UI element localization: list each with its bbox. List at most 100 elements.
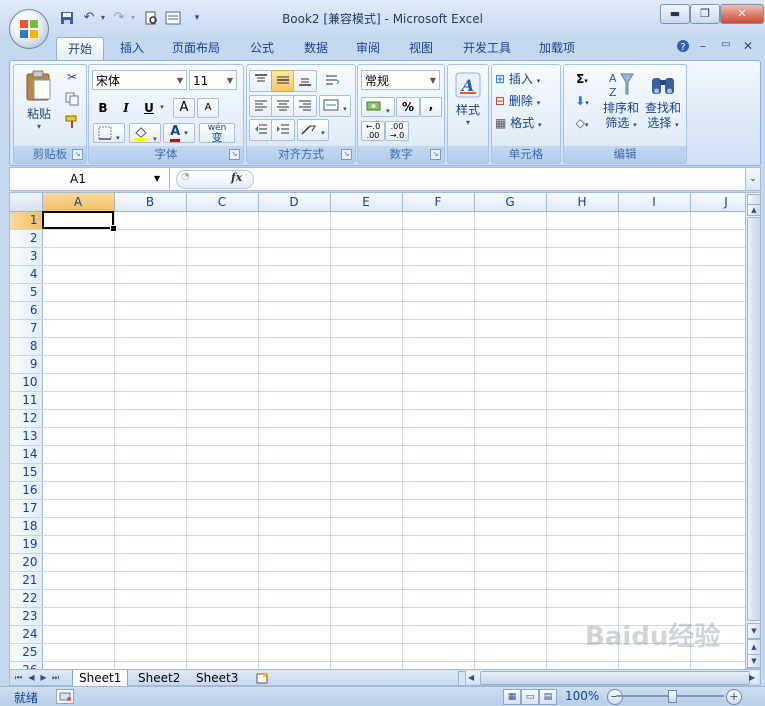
percent-button[interactable]: %: [396, 97, 420, 117]
autosum-button[interactable]: Σ▾: [566, 69, 598, 89]
row-header[interactable]: 6: [10, 301, 43, 320]
cell[interactable]: [474, 391, 547, 410]
cell[interactable]: [114, 211, 187, 230]
tab-review[interactable]: 审阅: [346, 37, 390, 59]
cell[interactable]: [186, 481, 259, 500]
row-header[interactable]: 13: [10, 427, 43, 446]
font-size-dropdown-icon[interactable]: ▼: [227, 71, 233, 91]
cell[interactable]: [186, 463, 259, 482]
cell[interactable]: [546, 319, 619, 338]
cell[interactable]: [618, 319, 691, 338]
scroll-down-icon[interactable]: ▼: [747, 623, 761, 639]
cell[interactable]: [546, 337, 619, 356]
cell[interactable]: [114, 355, 187, 374]
cell[interactable]: [618, 481, 691, 500]
cell[interactable]: [402, 247, 475, 266]
cell[interactable]: [258, 409, 331, 428]
cell[interactable]: [690, 499, 746, 518]
underline-button[interactable]: U: [139, 98, 159, 118]
cell[interactable]: [114, 553, 187, 572]
cell[interactable]: [42, 625, 115, 644]
cut-button[interactable]: ✂: [62, 69, 82, 89]
comma-button[interactable]: ,: [420, 97, 442, 117]
cell[interactable]: [330, 499, 403, 518]
cell[interactable]: [474, 283, 547, 302]
cell[interactable]: [618, 373, 691, 392]
cell[interactable]: [618, 409, 691, 428]
cell[interactable]: [546, 373, 619, 392]
cell[interactable]: [474, 553, 547, 572]
font-name-combo[interactable]: 宋体 ▼: [92, 70, 187, 90]
underline-dropdown-icon[interactable]: ▾: [157, 102, 167, 118]
cell[interactable]: [546, 355, 619, 374]
cell[interactable]: [330, 517, 403, 536]
cell[interactable]: [402, 643, 475, 662]
grow-font-button[interactable]: A: [173, 98, 195, 118]
cell[interactable]: [330, 211, 403, 230]
select-all-corner[interactable]: [10, 193, 43, 212]
cell[interactable]: [42, 643, 115, 662]
cell[interactable]: [402, 607, 475, 626]
cell[interactable]: [402, 427, 475, 446]
cell[interactable]: [402, 499, 475, 518]
cell[interactable]: [114, 427, 187, 446]
column-header[interactable]: H: [546, 193, 619, 212]
cell[interactable]: [474, 211, 547, 230]
font-color-button[interactable]: A ▾: [163, 123, 195, 143]
cell[interactable]: [618, 229, 691, 248]
cell[interactable]: [186, 337, 259, 356]
cell[interactable]: [42, 247, 115, 266]
cell[interactable]: [330, 409, 403, 428]
row-header[interactable]: 4: [10, 265, 43, 284]
workbook-close-icon[interactable]: ✕: [743, 39, 753, 53]
horizontal-scroll-thumb[interactable]: [480, 671, 750, 685]
cell[interactable]: [690, 373, 746, 392]
worksheet-grid[interactable]: A B C D E F G H I J 1 2 3 4 5 6 7 8 9 10 11 12 13 14 15 16 17 18 19 2…: [9, 192, 747, 671]
cell[interactable]: [690, 427, 746, 446]
cell[interactable]: [42, 427, 115, 446]
office-button[interactable]: [9, 9, 49, 49]
cell[interactable]: [474, 589, 547, 608]
cell[interactable]: [42, 337, 115, 356]
cell[interactable]: [186, 301, 259, 320]
cell[interactable]: [330, 319, 403, 338]
cell[interactable]: [546, 283, 619, 302]
copy-button[interactable]: [62, 91, 82, 111]
cell[interactable]: [618, 535, 691, 554]
cell[interactable]: [690, 463, 746, 482]
find-select-button[interactable]: 查找和 选择 ▾: [642, 67, 684, 143]
cell[interactable]: [186, 499, 259, 518]
cell[interactable]: [186, 283, 259, 302]
cell[interactable]: [474, 481, 547, 500]
cell[interactable]: [474, 409, 547, 428]
cell[interactable]: [42, 391, 115, 410]
cell[interactable]: [114, 319, 187, 338]
cell[interactable]: [186, 589, 259, 608]
minimize-button[interactable]: ▬: [660, 4, 690, 24]
cell[interactable]: [474, 337, 547, 356]
column-header[interactable]: C: [186, 193, 259, 212]
cell[interactable]: [42, 373, 115, 392]
sheet-tab-1[interactable]: Sheet1: [72, 670, 129, 687]
column-header[interactable]: B: [114, 193, 187, 212]
cell[interactable]: [114, 571, 187, 590]
alignment-launcher-icon[interactable]: ↘: [341, 149, 352, 160]
orientation-button[interactable]: [321, 70, 345, 92]
cell[interactable]: [258, 247, 331, 266]
cell[interactable]: [474, 265, 547, 284]
cell[interactable]: [114, 463, 187, 482]
delete-cells-button[interactable]: ⊟ 删除 ▾: [494, 91, 558, 111]
cell[interactable]: [474, 571, 547, 590]
cell[interactable]: [474, 643, 547, 662]
tab-home[interactable]: 开始: [56, 37, 104, 60]
cell[interactable]: [474, 463, 547, 482]
column-header[interactable]: I: [618, 193, 691, 212]
cell[interactable]: [186, 391, 259, 410]
cell[interactable]: [618, 355, 691, 374]
cell[interactable]: [618, 463, 691, 482]
cell[interactable]: [186, 229, 259, 248]
cell[interactable]: [546, 409, 619, 428]
insert-cells-button[interactable]: ⊞ 插入 ▾: [494, 69, 558, 89]
cell[interactable]: [258, 319, 331, 338]
fill-button[interactable]: ⬇▾: [566, 91, 598, 111]
